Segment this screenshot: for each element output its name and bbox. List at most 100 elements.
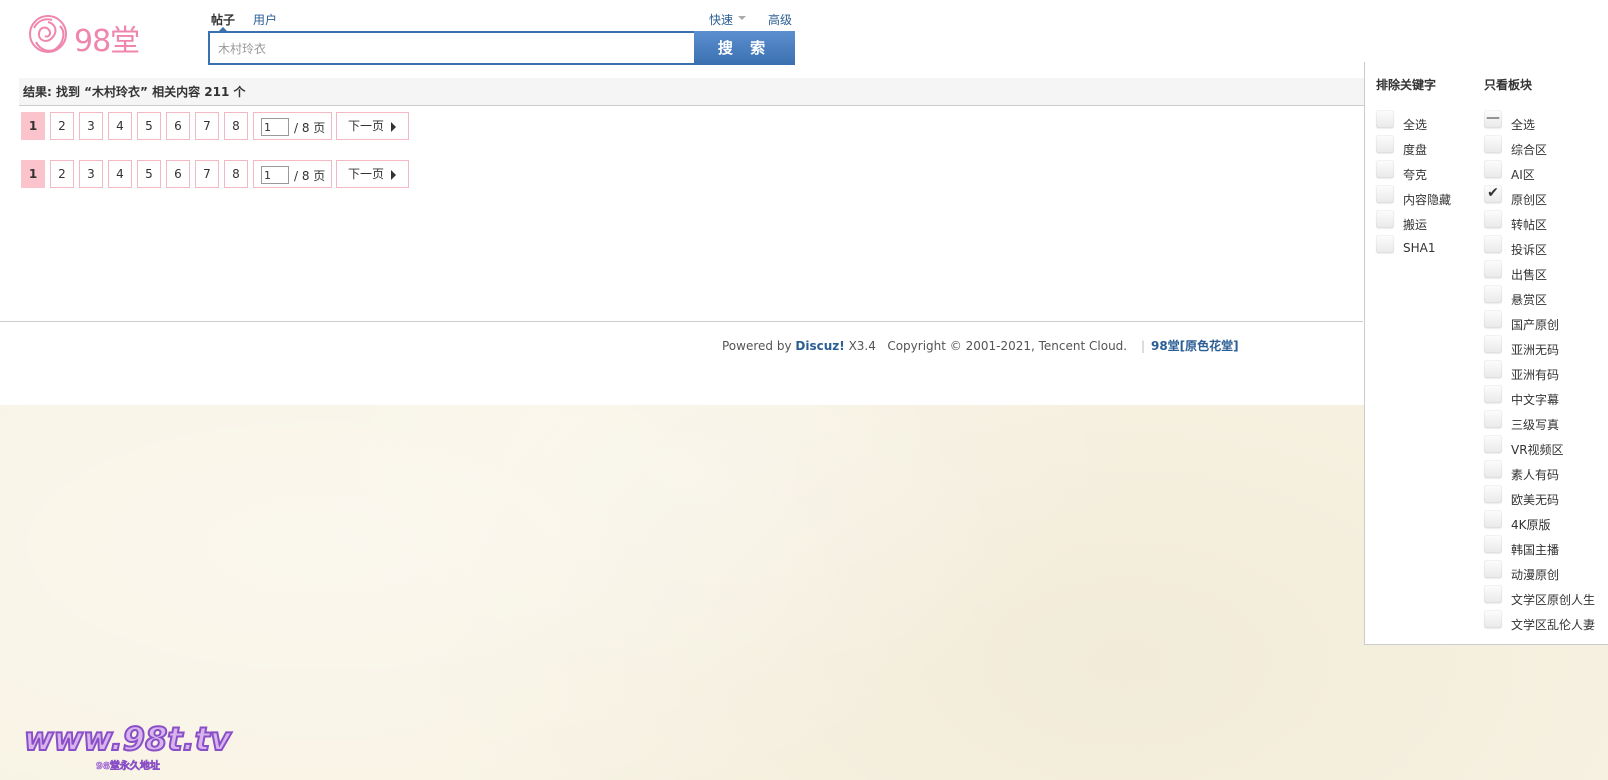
only-forums-title: 只看板块 xyxy=(1484,78,1533,92)
page-link-7[interactable]: 7 xyxy=(195,112,219,140)
footer-version: X3.4 xyxy=(848,339,876,353)
page-jump-input[interactable] xyxy=(261,166,289,184)
site-brand-text: 98堂 xyxy=(74,24,140,59)
checkbox[interactable] xyxy=(1484,535,1502,553)
checkbox-label: 韩国主播 xyxy=(1511,543,1560,557)
checkbox-label: 国产原创 xyxy=(1511,318,1560,332)
page-link-8[interactable]: 8 xyxy=(224,112,248,140)
checkbox-label: 亚洲有码 xyxy=(1511,368,1560,382)
page-link-4[interactable]: 4 xyxy=(108,160,132,188)
page-link-3[interactable]: 3 xyxy=(79,160,103,188)
search-button[interactable]: 搜 索 xyxy=(694,31,795,65)
checkbox[interactable] xyxy=(1376,185,1394,203)
checkbox[interactable] xyxy=(1484,360,1502,378)
footer-copyright: Copyright © 2001-2021, Tencent Cloud. xyxy=(887,339,1128,353)
checkbox-label: 文学区原创人生 xyxy=(1511,593,1596,607)
checkbox-label: 欧美无码 xyxy=(1511,493,1560,507)
checkbox-label: 综合区 xyxy=(1511,143,1548,157)
site-logo[interactable]: 98堂 xyxy=(24,12,144,59)
checkbox-label: 内容隐藏 xyxy=(1403,193,1452,207)
checkbox[interactable] xyxy=(1484,485,1502,503)
page-link-4[interactable]: 4 xyxy=(108,112,132,140)
checkbox-label: 4K原版 xyxy=(1511,518,1551,532)
checkbox[interactable] xyxy=(1484,510,1502,528)
checkbox[interactable] xyxy=(1376,235,1394,253)
checkmark-icon: ✔ xyxy=(1487,185,1499,201)
checkbox[interactable] xyxy=(1484,260,1502,278)
page-link-6[interactable]: 6 xyxy=(166,112,190,140)
advanced-search-link[interactable]: 高级 xyxy=(768,11,792,28)
page-link-6[interactable]: 6 xyxy=(166,160,190,188)
page-link-2[interactable]: 2 xyxy=(50,160,74,188)
checkbox[interactable] xyxy=(1484,235,1502,253)
checkbox-label: 三级写真 xyxy=(1511,418,1560,432)
quick-search-dropdown[interactable]: 快速 xyxy=(709,11,733,28)
page-jump-input[interactable] xyxy=(261,118,289,136)
checkbox[interactable] xyxy=(1484,310,1502,328)
caret-right-icon xyxy=(391,122,396,132)
minus-icon: — xyxy=(1486,110,1500,126)
checkbox-label: VR视频区 xyxy=(1511,443,1564,457)
checkbox[interactable] xyxy=(1484,160,1502,178)
checkbox[interactable] xyxy=(1376,210,1394,228)
page-link-5[interactable]: 5 xyxy=(137,112,161,140)
checkbox-label: 全选 xyxy=(1511,118,1536,132)
checkbox[interactable] xyxy=(1484,210,1502,228)
filter-panel: 排除关键字 只看板块 全选 度盘 夸克 内容隐藏 搬运 SHA1 — 全选 综合区 AI区 ✔ 原创… xyxy=(1364,62,1608,645)
page-link-8[interactable]: 8 xyxy=(224,160,248,188)
discuz-link[interactable]: Discuz! xyxy=(795,339,844,353)
page-total-label: / 8 页 xyxy=(294,121,326,135)
checkbox[interactable] xyxy=(1484,610,1502,628)
footer-divider xyxy=(0,321,1363,322)
checkbox-label: 转帖区 xyxy=(1511,218,1548,232)
checkbox-label: 投诉区 xyxy=(1511,243,1548,257)
checkbox-label: 文学区乱伦人妻 xyxy=(1511,618,1596,632)
page-link-3[interactable]: 3 xyxy=(79,112,103,140)
checkbox[interactable] xyxy=(1484,410,1502,428)
checkbox[interactable] xyxy=(1376,110,1394,128)
checkbox-label: 中文字幕 xyxy=(1511,393,1560,407)
checkbox[interactable] xyxy=(1484,585,1502,603)
checkbox-label: 全选 xyxy=(1403,118,1428,132)
checkbox[interactable] xyxy=(1484,135,1502,153)
next-page-button[interactable]: 下一页 xyxy=(336,112,409,140)
page-link-5[interactable]: 5 xyxy=(137,160,161,188)
checkbox[interactable] xyxy=(1376,135,1394,153)
checkbox-label: 度盘 xyxy=(1403,143,1428,157)
page-link-2[interactable]: 2 xyxy=(50,112,74,140)
footer: Powered by Discuz! X3.4 Copyright © 2001… xyxy=(722,337,1239,354)
rose-logo-icon xyxy=(29,15,67,53)
watermark-url: www.98t.tv xyxy=(23,719,232,759)
next-page-label: 下一页 xyxy=(348,119,385,133)
result-summary: 结果: 找到 “木村玲衣” 相关内容 211 个 xyxy=(19,78,1364,106)
watermark-subtitle: 98堂永久地址 xyxy=(96,761,161,773)
page-link-7[interactable]: 7 xyxy=(195,160,219,188)
checkbox[interactable] xyxy=(1484,385,1502,403)
footer-separator: | xyxy=(1140,339,1145,353)
tab-posts[interactable]: 帖子 xyxy=(211,11,235,28)
checkbox[interactable] xyxy=(1484,560,1502,578)
search-input[interactable] xyxy=(210,33,694,63)
checkbox[interactable] xyxy=(1484,435,1502,453)
checkbox-label: SHA1 xyxy=(1403,241,1436,255)
next-page-button[interactable]: 下一页 xyxy=(336,160,409,188)
checkbox-label: AI区 xyxy=(1511,168,1535,182)
checkbox-label: 夸克 xyxy=(1403,168,1428,182)
page-link-1[interactable]: 1 xyxy=(21,160,45,188)
checkbox[interactable] xyxy=(1376,160,1394,178)
checkbox[interactable] xyxy=(1484,285,1502,303)
checkbox-label: 原创区 xyxy=(1511,193,1548,207)
checkbox[interactable]: ✔ xyxy=(1484,185,1502,203)
checkbox-label: 动漫原创 xyxy=(1511,568,1560,582)
caret-right-icon xyxy=(391,170,396,180)
checkbox[interactable] xyxy=(1484,335,1502,353)
page-link-1[interactable]: 1 xyxy=(21,112,45,140)
tab-users[interactable]: 用户 xyxy=(253,11,277,28)
site-watermark: www.98t.tv 98堂永久地址 xyxy=(23,719,244,773)
checkbox[interactable] xyxy=(1484,460,1502,478)
checkbox[interactable]: — xyxy=(1484,110,1502,128)
page-jump: / 8 页 xyxy=(253,160,332,188)
checkbox-label: 素人有码 xyxy=(1511,468,1560,482)
page-jump: / 8 页 xyxy=(253,112,332,140)
site-home-link[interactable]: 98堂[原色花堂] xyxy=(1151,339,1239,353)
